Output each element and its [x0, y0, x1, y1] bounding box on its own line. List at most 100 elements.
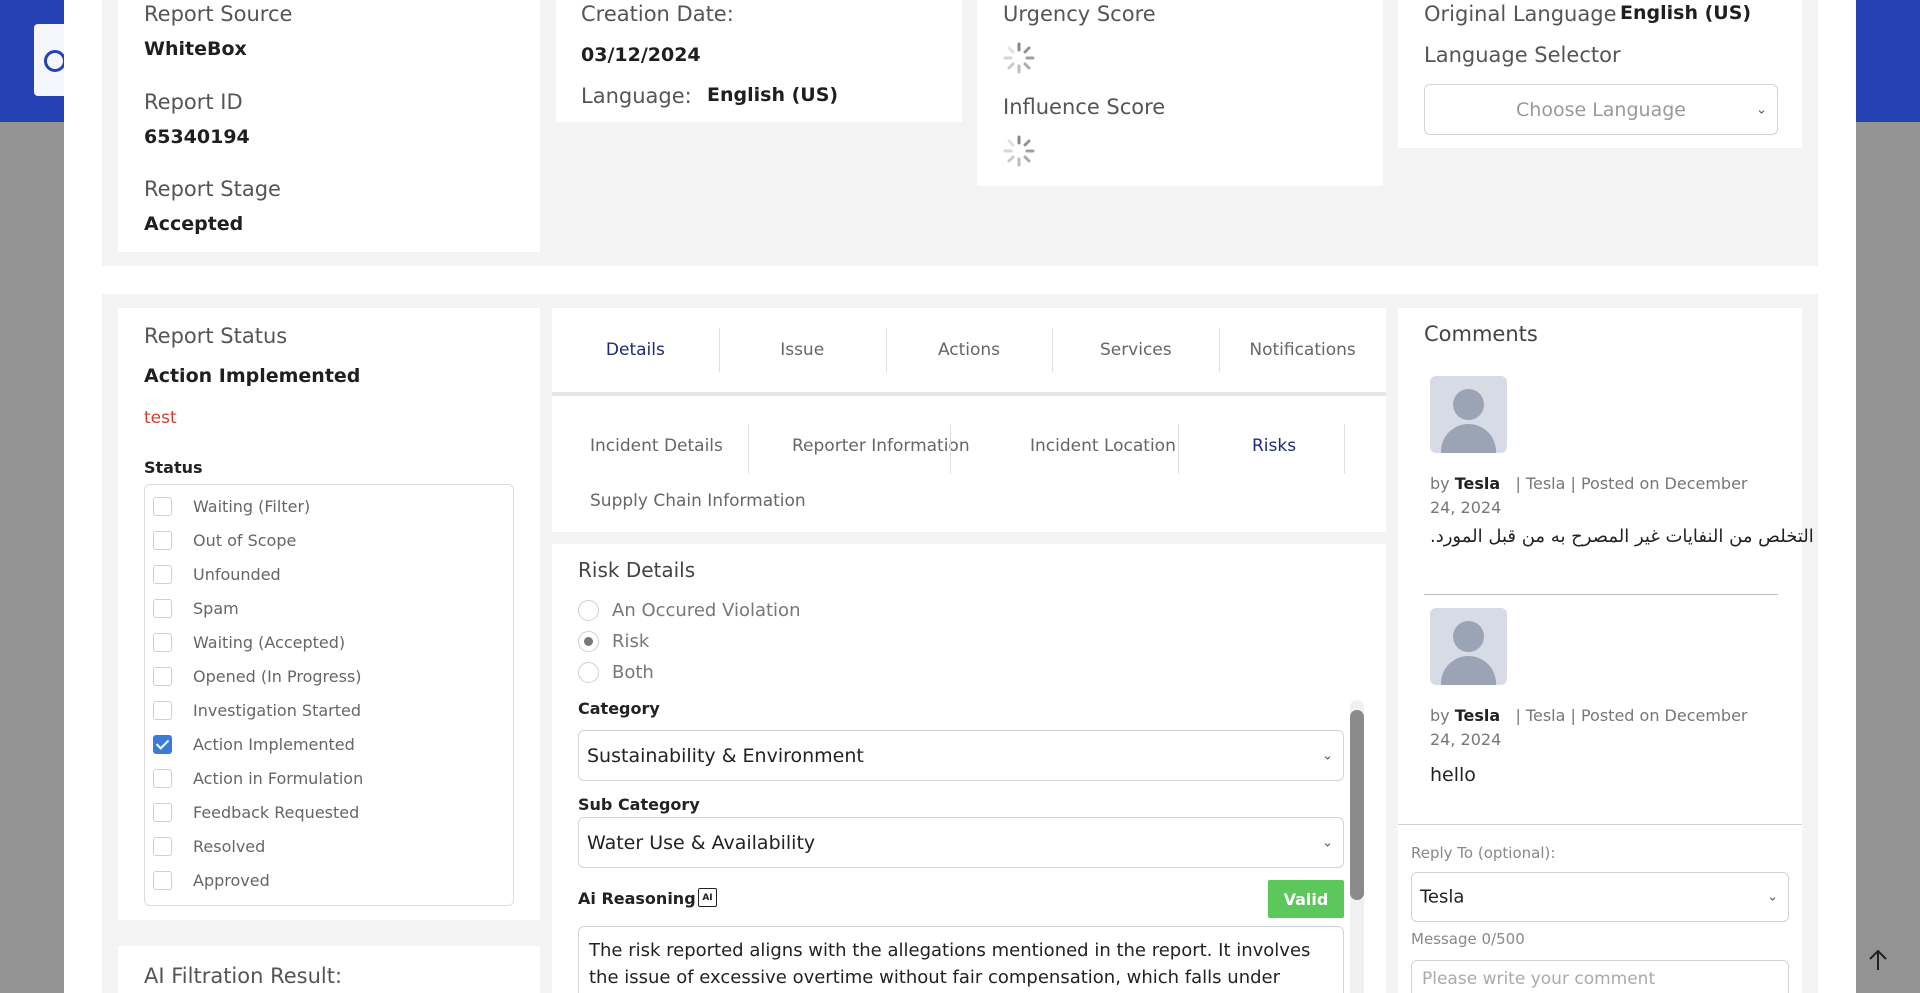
status-checkbox[interactable] [153, 768, 172, 788]
status-option[interactable]: Waiting (Filter) [153, 495, 310, 517]
risk-details-title: Risk Details [578, 558, 696, 582]
status-option-label: Action in Formulation [193, 768, 364, 788]
report-modal: Report Source WhiteBox Report ID 6534019… [64, 0, 1856, 993]
status-checkbox[interactable] [153, 802, 172, 822]
status-option-label: Out of Scope [193, 530, 297, 550]
status-checkbox[interactable] [153, 836, 172, 856]
language-label: Language: [581, 84, 692, 108]
tab-actions[interactable]: Actions [886, 308, 1053, 392]
status-checkbox[interactable] [153, 564, 172, 584]
status-option[interactable]: Waiting (Accepted) [153, 631, 345, 653]
subtab-incident-location[interactable]: Incident Location [1030, 436, 1176, 456]
subtab-incident-details[interactable]: Incident Details [590, 436, 723, 456]
status-option[interactable]: Opened (In Progress) [153, 665, 362, 687]
message-textarea[interactable]: Please write your comment [1411, 960, 1789, 993]
language-select-placeholder: Choose Language [1516, 98, 1686, 121]
sub-tabs: Incident Details Reporter Information Inci… [552, 396, 1386, 532]
comment-author: Tesla [1454, 706, 1501, 725]
spinner-icon [1003, 135, 1035, 167]
main-tabs: Details Issue Actions Services Notifications [552, 308, 1386, 392]
subtab-supply-chain-information[interactable]: Supply Chain Information [590, 491, 806, 511]
creation-date-label: Creation Date: [581, 2, 734, 26]
report-summary-band: Report Source WhiteBox Report ID 6534019… [102, 0, 1818, 266]
risk-type-radio[interactable] [578, 661, 599, 683]
logo-icon [34, 24, 64, 96]
status-option[interactable]: Resolved [153, 835, 265, 857]
tab-separator [885, 328, 887, 372]
subtab-separator [950, 424, 951, 474]
scrollbar-thumb[interactable] [1350, 710, 1364, 900]
arrow-up-icon[interactable] [1858, 940, 1898, 980]
risk-type-radio[interactable] [578, 630, 599, 652]
status-option-label: Unfounded [193, 564, 281, 584]
ai-reasoning-label: Ai Reasoning [578, 889, 696, 908]
tab-notifications[interactable]: Notifications [1219, 308, 1386, 392]
tab-issue[interactable]: Issue [719, 308, 886, 392]
message-label: Message 0/500 [1411, 930, 1525, 948]
status-option[interactable]: Unfounded [153, 563, 281, 585]
status-option[interactable]: Out of Scope [153, 529, 296, 551]
status-option[interactable]: Spam [153, 597, 239, 619]
risk-type-option[interactable]: Risk [578, 629, 649, 653]
subcategory-select[interactable]: Water Use & Availability ⌄ [578, 817, 1344, 868]
status-checkbox[interactable] [153, 666, 172, 686]
avatar-icon [1430, 608, 1507, 685]
report-id-label: Report ID [144, 90, 243, 114]
risk-type-label: Both [612, 661, 654, 683]
risk-type-option[interactable]: An Occured Violation [578, 598, 800, 622]
status-checkbox[interactable] [153, 530, 172, 550]
category-select-value: Sustainability & Environment [587, 744, 864, 767]
status-option-label: Opened (In Progress) [193, 666, 362, 686]
reply-to-select[interactable]: Tesla ⌄ [1411, 872, 1789, 922]
status-option[interactable]: Investigation Started [153, 699, 361, 721]
status-option[interactable]: Action Implemented [153, 733, 355, 755]
comment-meta: by Tesla | Tesla | Posted on December 24… [1430, 472, 1770, 520]
language-selector-label: Language Selector [1424, 43, 1621, 67]
backdrop-left [0, 122, 64, 993]
ai-reasoning-textarea[interactable]: The risk reported aligns with the allega… [578, 926, 1344, 993]
status-checkbox[interactable] [153, 700, 172, 720]
ai-filtration-card: AI Filtration Result: [118, 946, 540, 993]
comments-reply-divider [1398, 824, 1802, 825]
status-option[interactable]: Approved [153, 869, 270, 891]
comment-meta: by Tesla | Tesla | Posted on December 24… [1430, 704, 1770, 752]
comment-by: by [1430, 474, 1450, 493]
status-option[interactable]: Action in Formulation [153, 767, 363, 789]
creation-date-value: 03/12/2024 [581, 44, 701, 66]
status-option[interactable]: Feedback Requested [153, 801, 359, 823]
ai-reasoning-line-1: The risk reported aligns with the allega… [589, 940, 1311, 961]
status-option-label: Spam [193, 598, 239, 618]
tab-separator [718, 328, 720, 372]
spinner-icon [1003, 42, 1035, 74]
report-stage-value: Accepted [144, 213, 244, 235]
risk-type-radio[interactable] [578, 599, 599, 621]
subcategory-select-value: Water Use & Availability [587, 831, 816, 854]
subtab-risks[interactable]: Risks [1252, 436, 1296, 456]
tab-services[interactable]: Services [1052, 308, 1219, 392]
status-checkbox[interactable] [153, 734, 172, 754]
report-stage-label: Report Stage [144, 177, 281, 201]
scores-card: Urgency Score Influence Score [977, 0, 1383, 186]
category-select[interactable]: Sustainability & Environment ⌄ [578, 730, 1344, 781]
tab-details[interactable]: Details [552, 308, 719, 392]
status-checkbox[interactable] [153, 598, 172, 618]
risk-details-scrollbar[interactable] [1350, 700, 1364, 993]
status-option-label: Investigation Started [193, 700, 362, 720]
subtab-reporter-information[interactable]: Reporter Information [792, 436, 970, 456]
status-checkbox[interactable] [153, 870, 172, 890]
chevron-down-icon: ⌄ [1322, 748, 1333, 763]
language-select[interactable]: Choose Language ⌄ [1424, 84, 1778, 135]
comment-author: Tesla [1454, 474, 1501, 493]
status-checkbox[interactable] [153, 496, 172, 516]
status-checkbox[interactable] [153, 632, 172, 652]
creation-date-card: Creation Date: 03/12/2024 Language: Engl… [556, 0, 962, 122]
influence-score-label: Influence Score [1003, 95, 1166, 119]
status-option-label: Feedback Requested [193, 802, 360, 822]
report-status-title: Report Status [144, 324, 288, 348]
report-status-note: test [144, 408, 177, 428]
tab-separator [1219, 328, 1221, 372]
report-source-value: WhiteBox [144, 38, 247, 60]
status-field-label: Status [144, 458, 203, 477]
tab-separator [1052, 328, 1054, 372]
risk-type-option[interactable]: Both [578, 660, 654, 684]
